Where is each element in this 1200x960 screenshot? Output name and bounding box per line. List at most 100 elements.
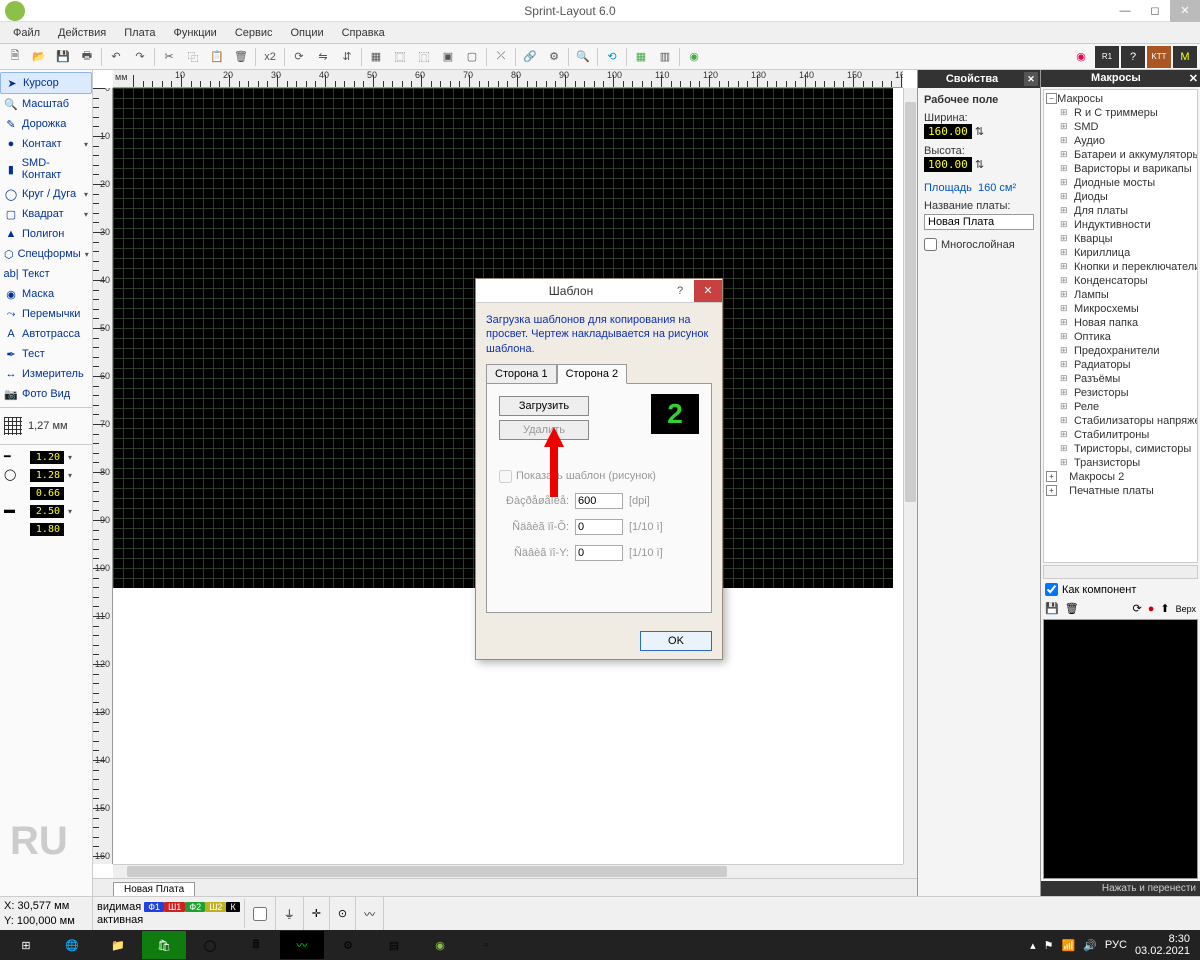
horizontal-scrollbar[interactable] — [113, 864, 903, 878]
macros-folder[interactable]: Кварцы — [1046, 232, 1195, 246]
menu-functions[interactable]: Функции — [165, 25, 224, 41]
front-icon[interactable]: ▣ — [436, 46, 460, 68]
dialog-load-button[interactable]: Загрузить — [499, 396, 589, 416]
menu-service[interactable]: Сервис — [227, 25, 281, 41]
macros-folder[interactable]: Разъёмы — [1046, 372, 1195, 386]
macros-folder[interactable]: Кириллица — [1046, 246, 1195, 260]
board-new-icon[interactable]: ▦ — [629, 46, 653, 68]
multilayer-checkbox[interactable]: Многослойная — [924, 238, 1034, 251]
ungroup-icon[interactable]: ⿵ — [412, 46, 436, 68]
grid-size-selector[interactable]: 1,27 мм — [0, 411, 92, 441]
macros-folder[interactable]: Конденсаторы — [1046, 274, 1195, 288]
duplicate-icon[interactable]: x2 — [258, 46, 282, 68]
dialog-delete-button[interactable]: Удалить — [499, 420, 589, 440]
offset-y-input[interactable] — [575, 545, 623, 561]
minimize-button[interactable]: ― — [1110, 0, 1140, 22]
app3-icon[interactable]: ▫ — [464, 931, 508, 959]
macros-save-icon[interactable]: 💾 — [1045, 602, 1059, 615]
mirror-h-icon[interactable]: ⇋ — [311, 46, 335, 68]
tool-курсор[interactable]: ➤Курсор — [0, 72, 92, 94]
macros-folder[interactable]: Диоды — [1046, 190, 1195, 204]
macros-folder[interactable]: Для платы — [1046, 204, 1195, 218]
delete-icon[interactable]: 🗑 — [229, 46, 253, 68]
app1-icon[interactable]: ⚙ — [326, 931, 370, 959]
macros-folder[interactable]: Стабилитроны — [1046, 428, 1195, 442]
start-button[interactable]: ⊞ — [4, 931, 48, 959]
macros-folder[interactable]: Батареи и аккумуляторы — [1046, 148, 1195, 162]
menu-help[interactable]: Справка — [334, 25, 393, 41]
layer-chip[interactable]: Ш2 — [205, 902, 226, 912]
cut-icon[interactable]: ✂ — [157, 46, 181, 68]
calc-icon[interactable]: 🖩 — [234, 931, 278, 959]
new-icon[interactable]: 🗎 — [3, 46, 27, 68]
mirror-v-icon[interactable]: ⇵ — [335, 46, 359, 68]
layer-chip[interactable]: К — [226, 902, 239, 912]
r1-icon[interactable]: R1 — [1095, 46, 1119, 68]
macros-folder[interactable]: Диодные мосты — [1046, 176, 1195, 190]
help-icon[interactable]: ? — [1121, 46, 1145, 68]
copy-icon[interactable]: ⿻ — [181, 46, 205, 68]
macros-hscroll[interactable] — [1043, 565, 1198, 579]
chrome-icon[interactable]: ◯ — [188, 931, 232, 959]
macros-folder[interactable]: Резисторы — [1046, 386, 1195, 400]
macros-folder[interactable]: Тиристоры, симисторы — [1046, 442, 1195, 456]
scope-icon[interactable]: 〰 — [280, 931, 324, 959]
back-icon[interactable]: ▢ — [460, 46, 484, 68]
explorer-icon[interactable]: 📁 — [96, 931, 140, 959]
tool-перемычки[interactable]: ⤳Перемычки — [0, 304, 92, 324]
macros-refresh-icon[interactable]: ⟳ — [1132, 602, 1141, 615]
layer-chip[interactable]: Ш1 — [164, 902, 185, 912]
macros-folder[interactable]: Предохранители — [1046, 344, 1195, 358]
close-button[interactable]: ✕ — [1170, 0, 1200, 22]
tool-фото-вид[interactable]: 📷Фото Вид — [0, 384, 92, 404]
crosshair-icon[interactable]: ✛ — [312, 907, 321, 920]
tool-автотрасса[interactable]: AАвтотрасса — [0, 324, 92, 344]
dialog-help-button[interactable]: ? — [666, 280, 694, 302]
tool-спецформы[interactable]: ⬡Спецформы▾ — [0, 244, 92, 264]
menu-file[interactable]: Файл — [5, 25, 48, 41]
tool-круг-дуга[interactable]: ◯Круг / Дуга▾ — [0, 184, 92, 204]
macros-delete-icon[interactable]: 🗑 — [1065, 602, 1079, 615]
macros-tree[interactable]: − Макросы R и C триммерыSMDАудиоБатареи … — [1043, 89, 1198, 563]
macros-folder[interactable]: Радиаторы — [1046, 358, 1195, 372]
dialog-close-button[interactable]: ✕ — [694, 280, 722, 302]
tray-clock[interactable]: 8:30 03.02.2021 — [1135, 933, 1190, 957]
snap-checkbox[interactable] — [253, 907, 267, 921]
tool-текст[interactable]: ab|Текст — [0, 264, 92, 284]
tool-маска[interactable]: ◉Маска — [0, 284, 92, 304]
macros-folder[interactable]: Реле — [1046, 400, 1195, 414]
connections-icon[interactable]: 🔗 — [518, 46, 542, 68]
repaint-icon[interactable]: ⟲ — [600, 46, 624, 68]
smd-h-param[interactable]: 1.80 — [0, 520, 92, 538]
macros-folder[interactable]: Микросхемы — [1046, 302, 1195, 316]
print-icon[interactable]: 🖶 — [75, 46, 99, 68]
align-icon[interactable]: ▦ — [364, 46, 388, 68]
pad-size-param[interactable]: ◯ 1.28 ▾ — [0, 466, 92, 484]
tray-lang[interactable]: РУС — [1105, 939, 1127, 951]
tool-масштаб[interactable]: 🔍Масштаб — [0, 94, 92, 114]
macros-record-icon[interactable]: ● — [1148, 603, 1155, 615]
store-icon[interactable]: 🛍 — [142, 931, 186, 959]
group-icon[interactable]: ⿴ — [388, 46, 412, 68]
auto-icon[interactable]: ⚙ — [542, 46, 566, 68]
layer-chip[interactable]: Ф2 — [185, 902, 205, 912]
virtual-icon[interactable]: 〰 — [364, 906, 375, 922]
board-name-input[interactable] — [924, 214, 1034, 230]
macros-top-label[interactable]: Верх — [1176, 604, 1196, 614]
macros-folder[interactable]: Стабилизаторы напряжения — [1046, 414, 1195, 428]
board-props-icon[interactable]: ▥ — [653, 46, 677, 68]
menu-board[interactable]: Плата — [116, 25, 163, 41]
ktt-icon[interactable]: KTT — [1147, 46, 1171, 68]
height-stepper-icon[interactable]: ⇅ — [975, 159, 984, 171]
tray-flag-icon[interactable]: ⚑ — [1044, 939, 1054, 952]
macros-up-icon[interactable]: ⬆ — [1160, 602, 1169, 615]
tool-измеритель[interactable]: ↔Измеритель — [0, 364, 92, 384]
track-width-param[interactable]: ━ 1.20 ▾ — [0, 448, 92, 466]
tool-тест[interactable]: ✒Тест — [0, 344, 92, 364]
width-stepper-icon[interactable]: ⇅ — [975, 126, 984, 138]
width-value[interactable]: 160.00 — [924, 124, 972, 139]
macros-folder[interactable]: Индуктивности — [1046, 218, 1195, 232]
rotate-icon[interactable]: ⟳ — [287, 46, 311, 68]
node-icon[interactable]: ⊙ — [338, 907, 347, 920]
tool-smd-контакт[interactable]: ▮SMD-Контакт — [0, 154, 92, 184]
